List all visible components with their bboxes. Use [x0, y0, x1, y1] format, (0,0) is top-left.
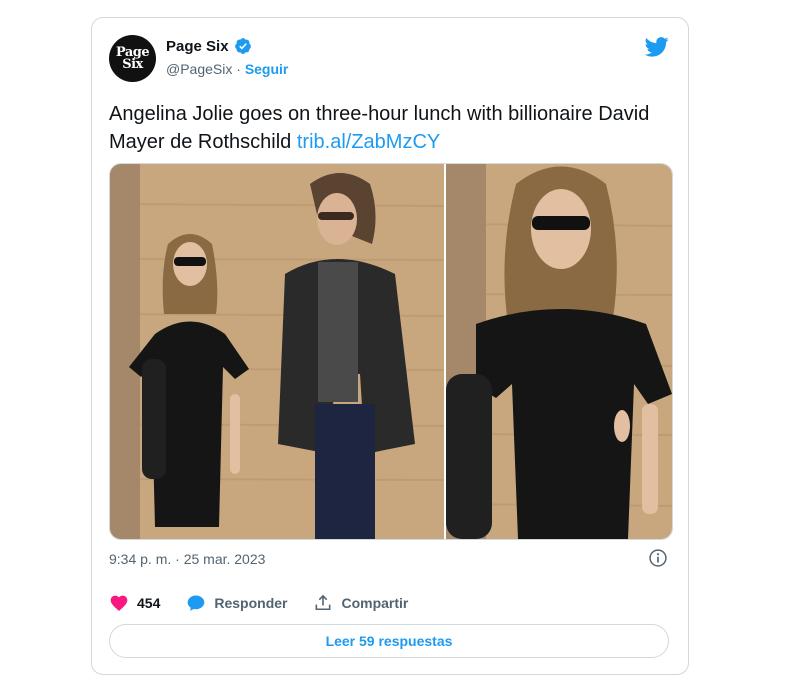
- photo-couple-walking[interactable]: [110, 164, 444, 539]
- speech-bubble-icon: [188, 595, 205, 611]
- separator: ·: [236, 61, 241, 77]
- read-replies-button[interactable]: Leer 59 respuestas: [109, 624, 669, 658]
- verified-badge-icon: [234, 38, 251, 54]
- share-button[interactable]: Compartir: [313, 593, 408, 613]
- follow-button[interactable]: Seguir: [245, 61, 289, 77]
- tweet-actions: 454 Responder Compartir: [109, 593, 434, 613]
- photo-couple-illustration: [110, 164, 444, 539]
- photo-closeup-illustration: [446, 164, 672, 539]
- heart-icon: [110, 595, 128, 611]
- share-label: Compartir: [341, 595, 409, 611]
- tweet-timestamp[interactable]: 9:34 p. m. · 25 mar. 2023: [109, 551, 265, 567]
- tweet-card: Page Six Page Six @PageSix · Seguir Ange…: [91, 17, 689, 675]
- reply-label: Responder: [214, 595, 288, 611]
- like-count: 454: [137, 595, 161, 611]
- tweet-link[interactable]: trib.al/ZabMzCY: [297, 131, 440, 153]
- reply-button[interactable]: Responder: [186, 593, 287, 613]
- handle[interactable]: @PageSix: [166, 61, 232, 77]
- info-icon[interactable]: [648, 548, 668, 568]
- avatar[interactable]: Page Six: [109, 35, 156, 82]
- avatar-text-line2: Six: [122, 56, 143, 72]
- share-icon: [316, 594, 331, 611]
- tweet-text: Angelina Jolie goes on three-hour lunch …: [109, 100, 669, 156]
- photo-woman-closeup[interactable]: [446, 164, 672, 539]
- like-button[interactable]: 454: [109, 593, 160, 613]
- tweet-media[interactable]: [109, 163, 673, 540]
- author-name-row: Page Six: [166, 37, 252, 55]
- handle-row: @PageSix · Seguir: [166, 61, 288, 77]
- display-name[interactable]: Page Six: [166, 38, 229, 55]
- twitter-bird-icon[interactable]: [645, 37, 669, 57]
